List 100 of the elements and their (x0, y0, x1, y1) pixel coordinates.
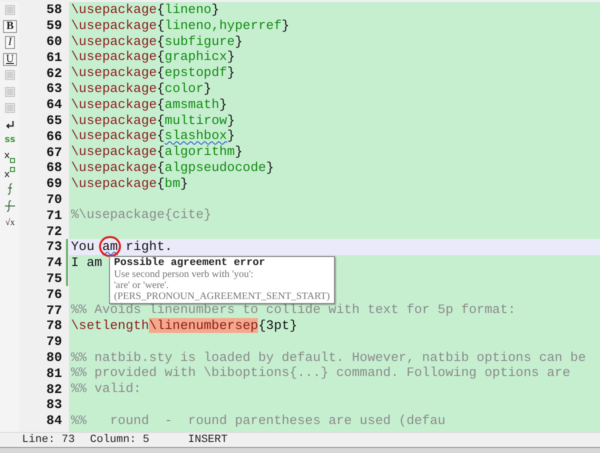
code-text: graphicx (164, 49, 228, 64)
code-text: \usepackage (71, 18, 157, 33)
tooltip-text: (PERS_PRONOUN_AGREEMENT_SENT_START) (114, 291, 330, 302)
code-text: { (156, 160, 165, 175)
code-text: %\usepackage{cite} (71, 207, 212, 222)
code-text: \usepackage (71, 160, 157, 175)
column-indicator: Column: 5 (90, 434, 150, 446)
line-number: 62 (46, 66, 63, 81)
code-text: { (156, 144, 165, 160)
code-text: } (227, 112, 235, 128)
toolbar-button[interactable]: √x (5, 216, 15, 228)
code-text: lineno,hyperref (164, 18, 282, 33)
code-text: right. (124, 238, 172, 254)
line-number: 71 (46, 208, 63, 223)
line-number: 74 (46, 255, 63, 270)
code-text: { (156, 2, 165, 17)
code-text: \usepackage (71, 112, 157, 128)
code-text: } (180, 176, 188, 191)
line-number: 82 (46, 382, 63, 397)
line-number: 73 (46, 239, 63, 254)
line-number: 68 (46, 160, 63, 176)
line-number: 81 (46, 366, 63, 381)
code-text: { (156, 96, 165, 112)
code-text: \setlength (71, 318, 150, 333)
line-number: 66 (46, 128, 63, 144)
highlighted-command: \linenumbersep (149, 318, 258, 333)
line-number: 64 (46, 97, 63, 112)
code-text: } (234, 144, 243, 160)
line-number: 58 (46, 2, 63, 18)
code-text: \usepackage (71, 128, 157, 144)
code-text: } (204, 80, 212, 96)
toolbar-button[interactable]: I (5, 36, 15, 50)
mode-indicator: INSERT (188, 434, 228, 446)
code-text: subfigure (164, 34, 235, 49)
code-text: } (227, 65, 235, 80)
code-text: { (156, 49, 165, 64)
code-text: } (227, 128, 235, 144)
code-text: \usepackage (71, 96, 157, 112)
code-text: } (227, 49, 235, 64)
code-text: \usepackage (71, 2, 157, 17)
code-text: multirow (164, 112, 228, 128)
line-number: 83 (46, 397, 63, 412)
line-number: 78 (46, 318, 63, 334)
tooltip-title: Possible agreement error (114, 257, 266, 269)
tooltip-text: Use second person verb with 'you': (114, 269, 254, 280)
tooltip-text: 'are' or 'were'. (114, 280, 170, 291)
code-text: { (156, 176, 165, 191)
strike-icon[interactable] (5, 200, 15, 212)
code-text: \usepackage (71, 176, 157, 191)
line-number: 80 (46, 350, 63, 365)
flagged-word: am (102, 238, 118, 254)
code-text: bm (164, 176, 180, 191)
code-text: } (234, 34, 243, 49)
line-number: 76 (46, 286, 63, 302)
superscript-icon[interactable] (4, 167, 16, 180)
line-number: 67 (46, 144, 63, 160)
code-text: I am (71, 254, 102, 270)
code-text: { (156, 18, 165, 33)
code-text: \usepackage (71, 49, 157, 64)
line-number: 79 (46, 334, 63, 350)
toolbar-button[interactable]: U (3, 52, 17, 66)
code-text: \usepackage (71, 80, 157, 96)
code-text: \usepackage (71, 65, 157, 80)
code-text: algorithm (164, 144, 235, 160)
code-text: } (266, 160, 274, 175)
line-number: 75 (46, 270, 63, 286)
integral-icon[interactable] (6, 183, 14, 196)
code-text: %% natbib.sty is loaded by default. However, natbib options can be (71, 350, 586, 365)
code-text: lineno (164, 2, 212, 17)
code-text: \usepackage (71, 144, 157, 160)
line-number: 84 (46, 413, 63, 428)
line-number: 77 (46, 302, 63, 318)
code-text: { (156, 80, 165, 96)
code-text: color (164, 80, 204, 96)
line-number: 65 (46, 112, 63, 128)
code-text: %% valid: (71, 381, 142, 396)
line-number: 72 (46, 224, 63, 239)
code-text: { (156, 34, 165, 49)
line-number: 63 (46, 81, 63, 96)
code-text: %% Avoids linenumbers to collide with text for 5p format: (71, 302, 516, 318)
subscript-icon[interactable] (4, 150, 16, 163)
code-text: } (282, 18, 290, 33)
code-text: } (211, 2, 220, 17)
code-text: amsmath (164, 96, 220, 112)
line-number: 70 (46, 192, 63, 207)
line-number: 59 (46, 18, 63, 34)
code-text: } (219, 96, 228, 112)
code-text: {3pt} (258, 318, 298, 333)
toolbar-button[interactable]: B (3, 20, 17, 33)
line-number: 69 (46, 176, 63, 192)
return-icon[interactable] (5, 120, 15, 129)
code-text: epstopdf (164, 65, 228, 80)
code-text: algpseudocode (164, 160, 266, 175)
code-text: { (156, 112, 165, 128)
code-text: You (71, 238, 96, 254)
code-text: { (156, 65, 165, 80)
line-indicator: Line: 73 (22, 434, 76, 446)
code-text: %% provided with \biboptions{...} command. Following options are (71, 365, 570, 380)
line-number: 61 (46, 50, 63, 65)
flagged-word: slashbox (164, 128, 228, 144)
